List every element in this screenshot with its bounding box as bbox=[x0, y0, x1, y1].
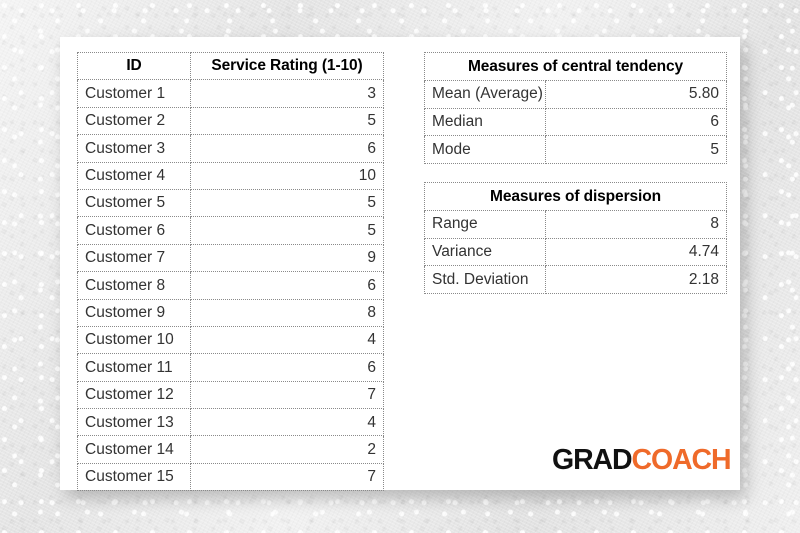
cell-customer-id: Customer 2 bbox=[77, 106, 191, 136]
table-header-row: Measures of dispersion bbox=[424, 182, 727, 211]
table-row: Std. Deviation 2.18 bbox=[424, 265, 727, 295]
dispersion-table: Measures of dispersion Range 8 Variance 4.7… bbox=[424, 182, 727, 295]
service-ratings-table: ID Service Rating (1-10) Customer 1 3 Cust… bbox=[77, 51, 384, 492]
cell-service-rating: 6 bbox=[190, 134, 384, 163]
cell-service-rating: 9 bbox=[190, 243, 384, 273]
table-row: Customer 98 bbox=[77, 298, 384, 327]
cell-customer-id: Customer 7 bbox=[77, 243, 191, 273]
table-row: Customer 11 6 bbox=[77, 353, 384, 382]
column-header-rating: Service Rating (1-10) bbox=[190, 51, 384, 81]
cell-customer-id: Customer 4 bbox=[77, 161, 191, 190]
cell-stat-value: 4.74 bbox=[545, 237, 727, 267]
table-row: Customer 4 10 bbox=[77, 161, 384, 190]
table-row: Customer 14 2 bbox=[77, 435, 384, 464]
column-header-id: ID bbox=[77, 51, 191, 81]
table-row: Customer 13 bbox=[77, 79, 384, 108]
central-tendency-title: Measures of central tendency bbox=[423, 52, 728, 81]
cell-customer-id: Customer 13 bbox=[77, 408, 191, 437]
table-header-row: ID Service Rating (1-10) bbox=[77, 51, 384, 81]
gradcoach-logo: GRADCOACH bbox=[552, 444, 732, 476]
cell-stat-label: Variance bbox=[424, 237, 546, 267]
cell-service-rating: 10 bbox=[190, 161, 384, 190]
table-row: Customer 13 4 bbox=[77, 408, 384, 437]
central-tendency-table: Measures of central tendency Mean (Avera… bbox=[423, 52, 728, 165]
table-row: Customer 25 bbox=[77, 106, 384, 136]
cell-customer-id: Customer 1 bbox=[77, 79, 191, 108]
cell-stat-value: 5.80 bbox=[544, 79, 728, 109]
cell-service-rating: 2 bbox=[190, 435, 384, 464]
cell-customer-id: Customer 12 bbox=[77, 380, 191, 410]
table-row: Variance 4.74 bbox=[424, 237, 727, 267]
cell-service-rating: 4 bbox=[190, 408, 384, 437]
table-row: Customer 10 4 bbox=[77, 325, 384, 355]
table-row: Customer 86 bbox=[77, 271, 384, 300]
cell-service-rating: 5 bbox=[190, 106, 384, 136]
table-row: Mean (Average) 5.80 bbox=[424, 79, 728, 109]
cell-service-rating: 5 bbox=[190, 188, 384, 218]
cell-customer-id: Customer 5 bbox=[77, 188, 191, 218]
cell-customer-id: Customer 10 bbox=[77, 325, 191, 355]
cell-stat-label: Range bbox=[424, 209, 546, 239]
cell-stat-value: 5 bbox=[544, 135, 728, 165]
cell-stat-label: Std. Deviation bbox=[424, 265, 546, 295]
table-row: Customer 55 bbox=[77, 188, 384, 218]
cell-customer-id: Customer 14 bbox=[77, 435, 191, 464]
table-row: Median 6 bbox=[424, 107, 728, 137]
table-row: Customer 15 7 bbox=[77, 462, 384, 492]
cell-service-rating: 6 bbox=[190, 271, 384, 300]
cell-service-rating: 4 bbox=[190, 325, 384, 355]
cell-service-rating: 8 bbox=[190, 298, 384, 327]
dispersion-title: Measures of dispersion bbox=[424, 182, 727, 211]
cell-customer-id: Customer 9 bbox=[77, 298, 191, 327]
table-row: Customer 12 7 bbox=[77, 380, 384, 410]
cell-customer-id: Customer 3 bbox=[77, 134, 191, 163]
table-row: Customer 79 bbox=[77, 243, 384, 273]
table-row: Range 8 bbox=[424, 209, 727, 239]
cell-stat-label: Mode bbox=[424, 135, 546, 165]
cell-service-rating: 5 bbox=[190, 216, 384, 245]
logo-text-grad: GRAD bbox=[552, 444, 633, 476]
logo-text-coach: COACH bbox=[631, 444, 732, 476]
cell-customer-id: Customer 6 bbox=[77, 216, 191, 245]
cell-service-rating: 7 bbox=[190, 380, 384, 410]
cell-service-rating: 3 bbox=[190, 79, 384, 108]
cell-stat-value: 8 bbox=[545, 209, 727, 239]
table-row: Customer 65 bbox=[77, 216, 384, 245]
table-row: Mode 5 bbox=[424, 135, 728, 165]
content-card: ID Service Rating (1-10) Customer 1 3 Cust… bbox=[60, 37, 740, 492]
cell-service-rating: 6 bbox=[190, 353, 384, 382]
cell-customer-id: Customer 8 bbox=[77, 271, 191, 300]
cell-stat-label: Mean (Average) bbox=[424, 79, 546, 109]
cell-customer-id: Customer 11 bbox=[77, 353, 191, 382]
cell-stat-value: 6 bbox=[544, 107, 728, 137]
cell-stat-value: 2.18 bbox=[545, 265, 727, 295]
table-row: Customer 36 bbox=[77, 134, 384, 163]
cell-customer-id: Customer 15 bbox=[77, 462, 191, 492]
cell-service-rating: 7 bbox=[190, 462, 384, 492]
table-header-row: Measures of central tendency bbox=[423, 52, 728, 81]
cell-stat-label: Median bbox=[424, 107, 546, 137]
